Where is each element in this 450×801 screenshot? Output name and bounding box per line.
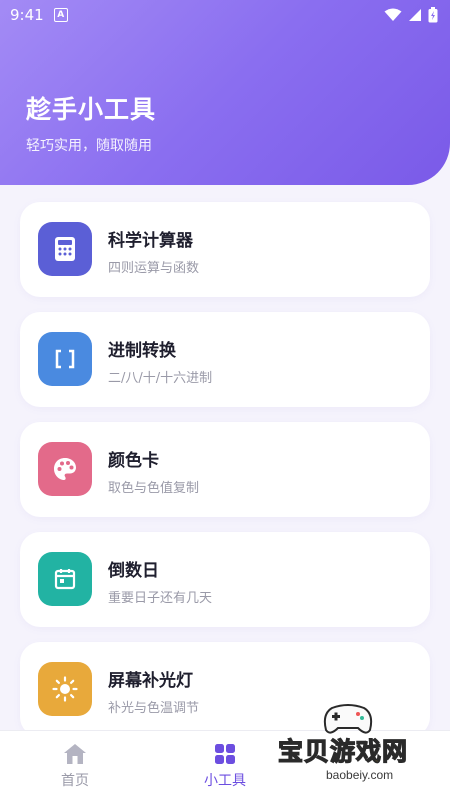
tool-icon-tile [38, 222, 92, 276]
tool-subtitle: 二/八/十/十六进制 [108, 371, 213, 386]
bottom-navigation: 首页 小工具 . [0, 730, 450, 801]
status-bar: 9:41 A [0, 0, 450, 30]
nav-item-tools[interactable]: 小工具 [165, 742, 285, 790]
tool-subtitle: 四则运算与函数 [108, 261, 200, 276]
tool-title: 屏幕补光灯 [108, 671, 193, 691]
tool-subtitle: 补光与色温调节 [108, 701, 200, 716]
page-subtitle: 轻巧实用，随取随用 [26, 138, 152, 154]
tool-icon-tile [38, 662, 92, 716]
tool-title: 进制转换 [108, 341, 176, 361]
tool-title: 倒数日 [108, 561, 159, 581]
tool-icon-tile [38, 332, 92, 386]
calculator-icon [55, 237, 75, 261]
tool-card-base-conversion[interactable]: 进制转换 二/八/十/十六进制 [20, 312, 430, 407]
nav-label-tools: 小工具 [204, 773, 246, 789]
wifi-icon [384, 8, 402, 21]
palette-icon [54, 458, 76, 480]
tool-title: 颜色卡 [108, 451, 159, 471]
tool-icon-tile [38, 442, 92, 496]
page-title: 趁手小工具 [26, 95, 157, 124]
tool-subtitle: 取色与色值复制 [108, 481, 200, 496]
tool-icon-tile [38, 552, 92, 606]
tools-grid-icon [215, 744, 235, 764]
status-time: 9:41 [10, 6, 44, 24]
calendar-icon [54, 569, 76, 590]
app-indicator-icon: A [53, 8, 68, 22]
home-icon [64, 744, 86, 764]
tool-card-color[interactable]: 颜色卡 取色与色值复制 [20, 422, 430, 517]
signal-icon [409, 9, 421, 21]
battery-icon [428, 7, 438, 23]
tool-subtitle: 重要日子还有几天 [108, 591, 213, 606]
brackets-icon [55, 349, 75, 369]
tool-card-countdown[interactable]: 倒数日 重要日子还有几天 [20, 532, 430, 627]
tool-card-calculator[interactable]: 科学计算器 四则运算与函数 [20, 202, 430, 297]
tool-list: 科学计算器 四则运算与函数 进制转换 二/八/十/十六进制 颜色卡 取色与色值复… [20, 202, 430, 752]
sun-icon [52, 676, 78, 702]
tool-card-fill-light[interactable]: 屏幕补光灯 补光与色温调节 [20, 642, 430, 737]
nav-item-home[interactable]: 首页 [15, 742, 135, 790]
tool-title: 科学计算器 [108, 231, 193, 251]
nav-label-home: 首页 [61, 773, 89, 789]
